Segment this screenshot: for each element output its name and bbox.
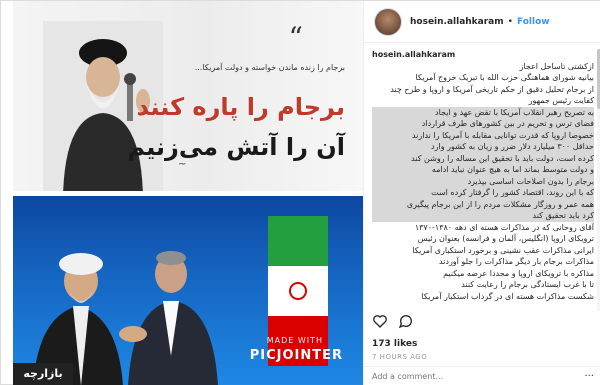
caption-line: مذاکره با ترویکای اروپا و مجددا عرضه میک… bbox=[443, 268, 594, 278]
caption-line: که با این روند، اقتصاد کشور را گرفتار کر… bbox=[372, 187, 594, 199]
caption-line: آقای روحانی که در مذاکرات هسته ای دهه ۱۳… bbox=[414, 222, 594, 232]
caption-line: برجام را بدون اصلاحات اساسی بپذیرد bbox=[372, 175, 594, 187]
likes-count[interactable]: 173 likes bbox=[372, 339, 417, 349]
caption-line: همه عمر و روزگار مشکلات مردم را از این ب… bbox=[372, 198, 594, 210]
site-watermark: بازارچه bbox=[13, 363, 73, 385]
caption-line: خصوصا اروپا که قدرت توانایی مقابله با آم… bbox=[372, 129, 594, 141]
comment-bar: ··· bbox=[364, 366, 600, 385]
instagram-post-frame: “ برجام را زنده ماندن خواسته و دولت آمری… bbox=[0, 0, 600, 385]
quote-subtext: برجام را زنده ماندن خواسته و دولت آمریکا… bbox=[194, 63, 345, 72]
caption-area: hosein.allahkaram ازکشتی تاساحل اعجاز بی… bbox=[372, 49, 594, 311]
caption-line: به تصریح رهبر انقلاب آمریکا با تقض عهد و… bbox=[372, 106, 594, 118]
officials-photo bbox=[33, 251, 218, 385]
caption-line: تا با غرب ایستادگی برجام را رعایت کنند bbox=[461, 280, 594, 289]
quote-headline-line1: برجام را پاره کنند bbox=[136, 93, 345, 121]
quote-mark: “ bbox=[288, 21, 303, 54]
caption-line: شکست مذاکرات هسته ای در گرداب استکبار آم… bbox=[421, 291, 594, 301]
separator-dot: • bbox=[507, 16, 513, 27]
caption-line: کرده است، دولت باید با تحقیق این مساله ر… bbox=[372, 152, 594, 164]
post-image[interactable]: “ برجام را زنده ماندن خواسته و دولت آمری… bbox=[13, 1, 363, 385]
caption-line: از برجام تحلیل دقیق از حکم تاریخی آمریکا… bbox=[390, 84, 594, 94]
made-with-label: MADE WITH bbox=[266, 336, 323, 345]
photo-bottom: MADE WITH PICJOINTER bbox=[13, 196, 363, 385]
caption-line: ایرانی مذاکرات عقب نشینی و برخورد استکبا… bbox=[412, 245, 594, 255]
avatar[interactable] bbox=[374, 7, 402, 36]
quote-card-top: “ برجام را زنده ماندن خواسته و دولت آمری… bbox=[13, 1, 363, 191]
caption-line: کفایت رئیس جمهور bbox=[528, 96, 594, 105]
post-sidebar: hosein.allahkaram • Follow hosein.allahk… bbox=[363, 1, 600, 385]
caption-line: ترویکای اروپا (انگلیس، آلمان و فرانسه) ب… bbox=[417, 234, 594, 243]
caption-line: کرد باید تحقیق کند bbox=[372, 210, 594, 222]
quote-headline-line2: آن را آتش می‌زنیم bbox=[127, 133, 345, 161]
caption-username[interactable]: hosein.allahkaram bbox=[372, 49, 594, 61]
signature: ~ bbox=[178, 159, 187, 170]
more-options-icon[interactable]: ··· bbox=[584, 371, 594, 382]
username-link[interactable]: hosein.allahkaram bbox=[410, 17, 504, 27]
post-date: 7 HOURS AGO bbox=[372, 353, 428, 361]
comment-icon[interactable] bbox=[398, 313, 414, 329]
post-header: hosein.allahkaram • Follow bbox=[364, 1, 600, 43]
caption-line: و دولت متوسط بماند اما به هیچ عنوان نبای… bbox=[372, 164, 594, 176]
picjointer-label: PICJOINTER bbox=[249, 348, 343, 363]
heart-icon[interactable] bbox=[372, 313, 388, 329]
follow-button[interactable]: Follow bbox=[517, 17, 550, 27]
action-bar bbox=[372, 313, 414, 329]
caption-line: ازکشتی تاساحل اعجاز bbox=[519, 61, 594, 71]
caption-line: مذاکرات برجام بار دیگر مذاکرات را جلو آو… bbox=[438, 257, 594, 266]
comment-input[interactable] bbox=[372, 372, 585, 381]
caption-line: بیانیه شورای هماهنگی حزب الله با تبریک خ… bbox=[415, 73, 594, 82]
caption-line: فضای ترس و تحریم در بین کشورهای طرف قرار… bbox=[372, 118, 594, 130]
caption-line: حداقل ۳۰۰ میلیارد دلار ضرر و زیان به کشو… bbox=[372, 141, 594, 153]
